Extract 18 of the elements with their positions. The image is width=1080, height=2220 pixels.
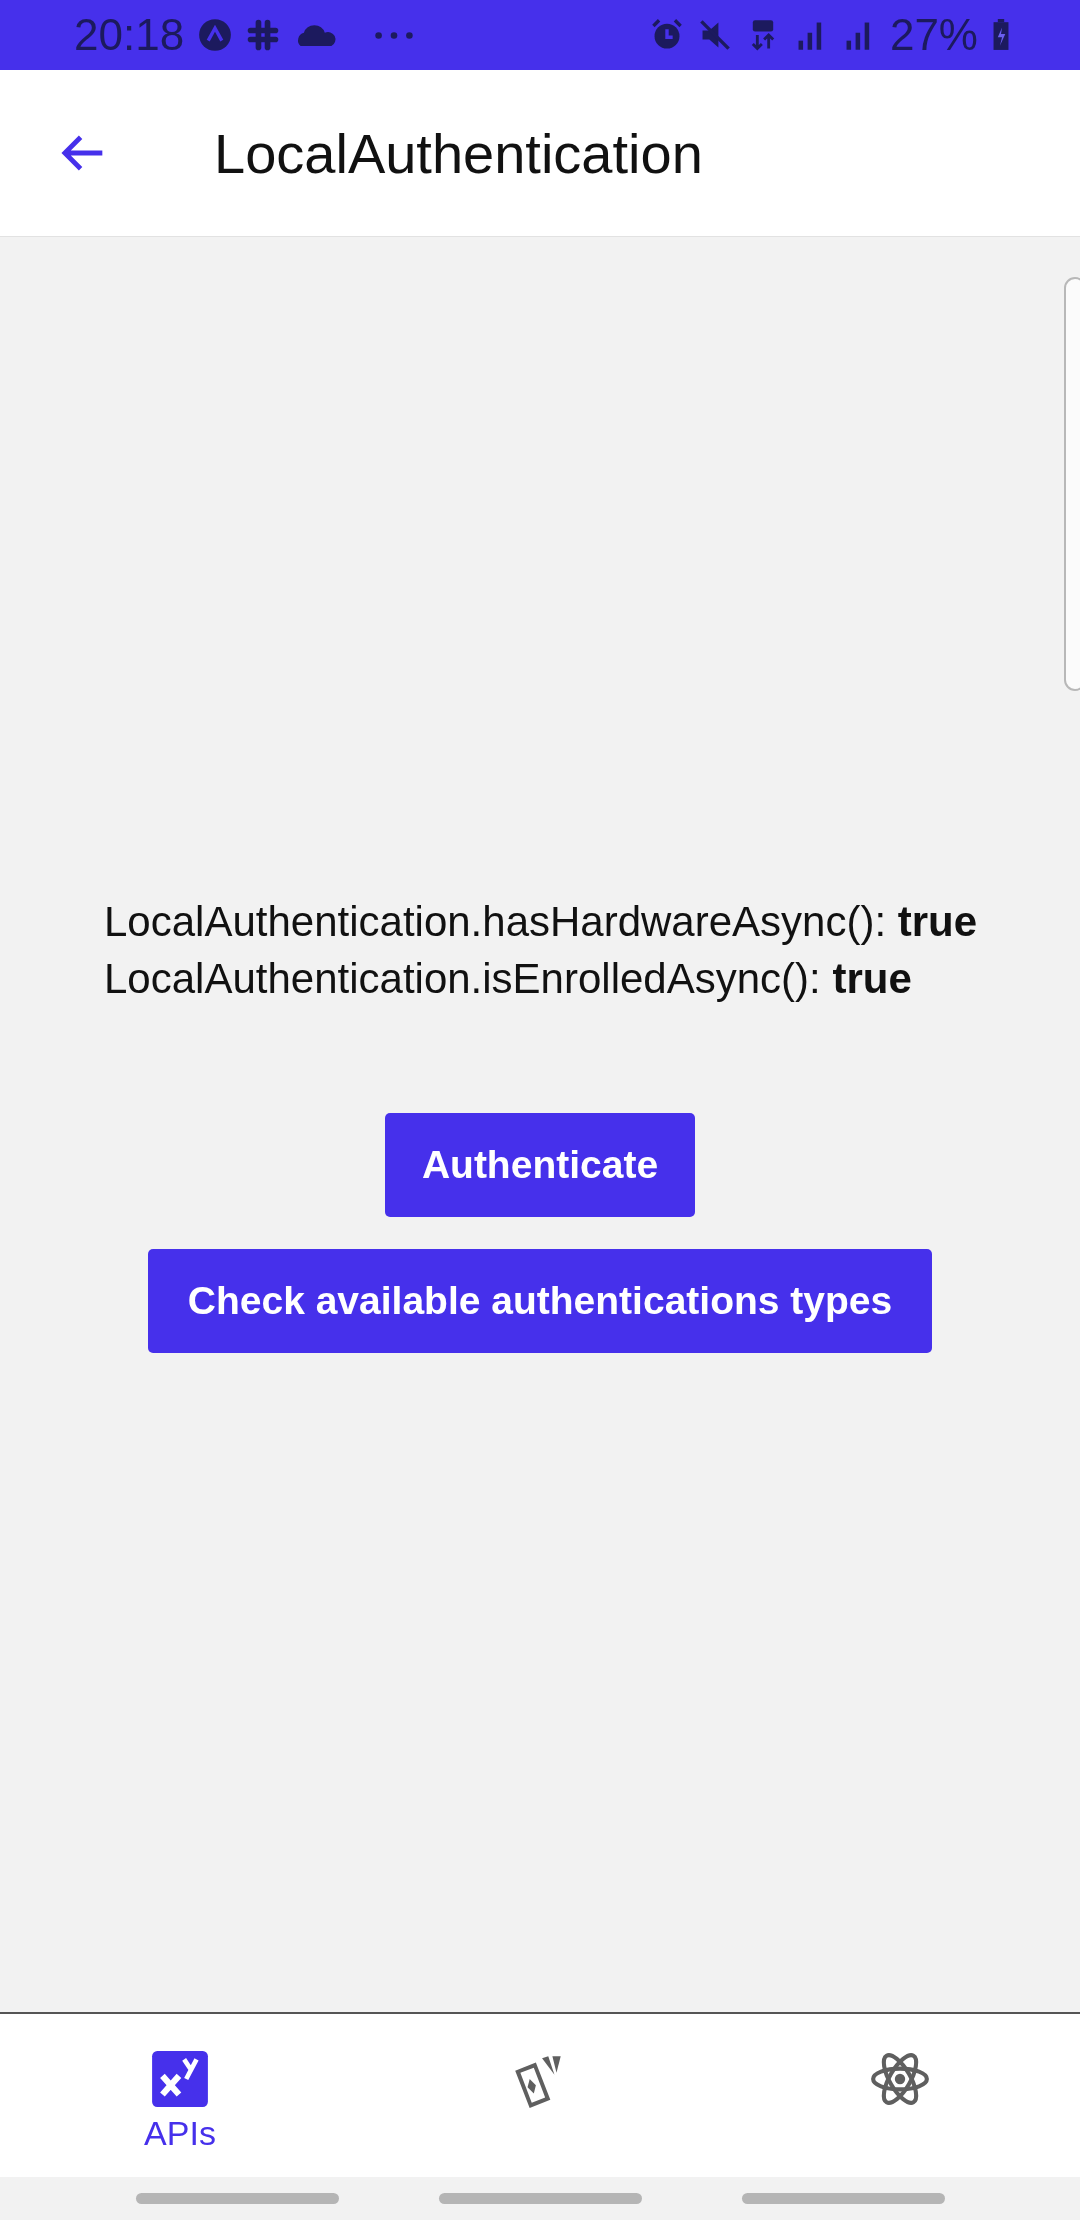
app-notification-icon: [198, 18, 233, 52]
result-text: LocalAuthentication.hasHardwareAsync(): true: [104, 897, 978, 947]
battery-percent: 27%: [889, 10, 978, 60]
status-time: 20:18: [74, 10, 185, 60]
battery-icon: [992, 19, 1010, 51]
result-text: LocalAuthentication.isEnrolledAsync(): true: [104, 954, 913, 1004]
alarm-icon: [649, 18, 684, 52]
edge-panel-handle[interactable]: [1064, 277, 1080, 691]
exponent-icon: [149, 2048, 211, 2110]
mute-icon: [697, 18, 732, 52]
check-types-button[interactable]: Check available authentications types: [147, 1249, 933, 1353]
gesture-bar[interactable]: [741, 2193, 945, 2204]
gesture-bar[interactable]: [135, 2193, 339, 2204]
gesture-bar[interactable]: [438, 2193, 642, 2204]
tab[interactable]: APIs: [90, 2014, 270, 2153]
screen-title: LocalAuthentication: [214, 120, 703, 186]
hash-icon: [246, 18, 281, 52]
authenticate-button[interactable]: Authenticate: [384, 1113, 696, 1217]
